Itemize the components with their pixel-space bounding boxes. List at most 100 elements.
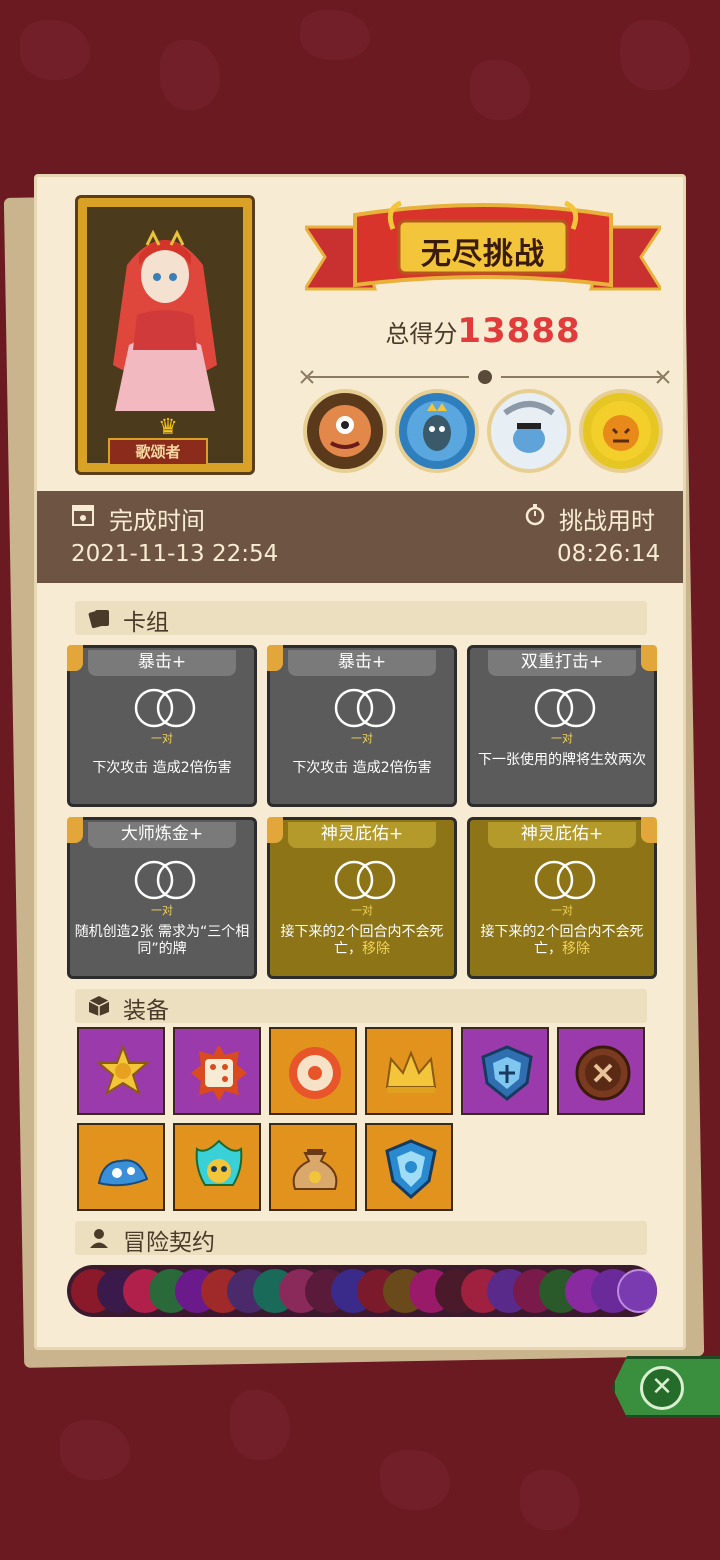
card-requirement: 一对 [551,904,573,917]
card-requirement: 一对 [351,732,373,745]
pair-rings-icon [334,688,396,728]
duration-value: 08:26:14 [557,541,661,567]
card-title: 神灵庇佑+ [488,822,636,848]
deck-card[interactable]: 大师炼金+ 一对 随机创造2张 需求为“三个相同”的牌 [67,817,257,979]
pair-rings-icon [134,688,196,728]
banner-title: 无尽挑战 [421,237,545,272]
equipment-slot[interactable] [557,1027,645,1115]
score-row: 总得分13888 [305,311,661,351]
stopwatch-icon [525,504,545,526]
person-icon [90,1229,108,1248]
card-requirement: 一对 [351,904,373,917]
score-label: 总得分 [385,320,458,348]
deck-card[interactable]: 暴击+ 一对 下次攻击 造成2倍伤害 [67,645,257,807]
background-pattern [60,1420,130,1480]
box-icon [88,996,110,1016]
card-corner-ornament [641,817,657,843]
cards-icon [88,609,109,629]
background-pattern [230,1390,290,1460]
equipment-slot[interactable] [269,1123,357,1211]
card-description: 接下来的2个回合内不会死亡，移除 [274,924,450,958]
card-description: 下次攻击 造成2倍伤害 [92,760,232,776]
duration-label: 挑战用时 [559,507,655,535]
card-corner-ornament [267,645,283,671]
crystal-shield-icon [385,1139,437,1199]
boss-medal-crowned-squid-icon[interactable] [395,389,479,473]
pair-rings-icon [534,688,596,728]
contracts-section-title: 冒险契约 [123,1230,215,1256]
ornament-divider-icon [300,370,670,384]
blue-slime-icon [97,1159,149,1187]
background-pattern [470,60,530,120]
card-requirement: 一对 [551,732,573,745]
card-description: 接下来的2个回合内不会死亡，移除 [474,924,650,958]
hero-portrait-art: ♛ [87,207,243,463]
background-pattern [620,20,690,90]
finish-time-value: 2021-11-13 22:54 [71,541,279,567]
equipment-slot[interactable] [269,1027,357,1115]
donut-ring-icon [289,1047,341,1099]
spiked-dice-icon [191,1045,247,1101]
card-description: 随机创造2张 需求为“三个相同”的牌 [74,924,250,957]
contracts-section-header: 冒险契约 [75,1221,647,1256]
background-pattern [160,40,220,110]
deck-card[interactable]: 暴击+ 一对 下次攻击 造成2倍伤害 [267,645,457,807]
contracts-strip[interactable] [67,1265,657,1317]
background-pattern [520,1470,580,1530]
card-requirement: 一对 [151,732,173,745]
flame-skull-icon [195,1139,243,1186]
calendar-icon [72,505,94,526]
crown-icon: ♛ [158,415,178,440]
brown-button-icon [575,1045,631,1101]
deck-card[interactable]: 神灵庇佑+ 一对 接下来的2个回合内不会死亡，移除 [267,817,457,979]
card-description: 下次攻击 造成2倍伤害 [292,760,432,776]
blue-shield-icon [481,1045,533,1101]
equipment-section-header: 装备 [75,989,647,1024]
time-bar: 完成时间 2021-11-13 22:54 挑战用时 08:26:14 [37,491,683,583]
result-panel: ♛ 歌颂者 无尽挑战 总得分13888 完成时间 2021-11-13 22:5… [34,174,686,1350]
crown-icon [385,1050,437,1093]
equipment-slot[interactable] [173,1123,261,1211]
deck-section-title: 卡组 [123,610,169,636]
pair-rings-icon [134,860,196,900]
equipment-slot[interactable] [77,1123,165,1211]
equipment-section-title: 装备 [123,998,169,1024]
background-pattern [300,10,370,60]
card-corner-ornament [267,817,283,843]
boss-medals [303,389,673,477]
card-remove-keyword: 移除 [562,941,590,957]
card-requirement: 一对 [151,904,173,917]
card-title: 双重打击+ [488,650,636,676]
contract-shield-icon [617,1269,657,1313]
boss-medal-pumpkin-icon[interactable] [579,389,663,473]
card-title: 暴击+ [88,650,236,676]
equipment-slot[interactable] [365,1123,453,1211]
background-pattern [380,1450,450,1510]
equipment-slot[interactable] [77,1027,165,1115]
background-pattern [20,20,90,80]
pair-rings-icon [534,860,596,900]
card-corner-ornament [67,817,83,843]
boss-medal-one-eyed-icon[interactable] [303,389,387,473]
finish-time-label: 完成时间 [109,507,205,535]
hero-name: 歌颂者 [108,438,208,466]
equipment-slot[interactable] [461,1027,549,1115]
card-title: 神灵庇佑+ [288,822,436,848]
card-title: 大师炼金+ [88,822,236,848]
deck-card[interactable]: 神灵庇佑+ 一对 接下来的2个回合内不会死亡，移除 [467,817,657,979]
deck-card[interactable]: 双重打击+ 一对 下一张使用的牌将生效两次 [467,645,657,807]
card-description: 下一张使用的牌将生效两次 [478,752,646,768]
card-corner-ornament [641,645,657,671]
equipment-slot[interactable] [365,1027,453,1115]
sun-medal-icon [96,1044,150,1096]
close-button[interactable]: ✕ [640,1366,684,1410]
score-value: 13888 [457,311,581,351]
card-corner-ornament [67,645,83,671]
pair-rings-icon [334,860,396,900]
equipment-slot[interactable] [173,1027,261,1115]
card-title: 暴击+ [288,650,436,676]
hero-portrait-card[interactable]: ♛ 歌颂者 [75,195,255,475]
hero-illustration-icon [113,229,217,411]
boss-medal-yeti-icon[interactable] [487,389,571,473]
card-remove-keyword: 移除 [362,941,390,957]
